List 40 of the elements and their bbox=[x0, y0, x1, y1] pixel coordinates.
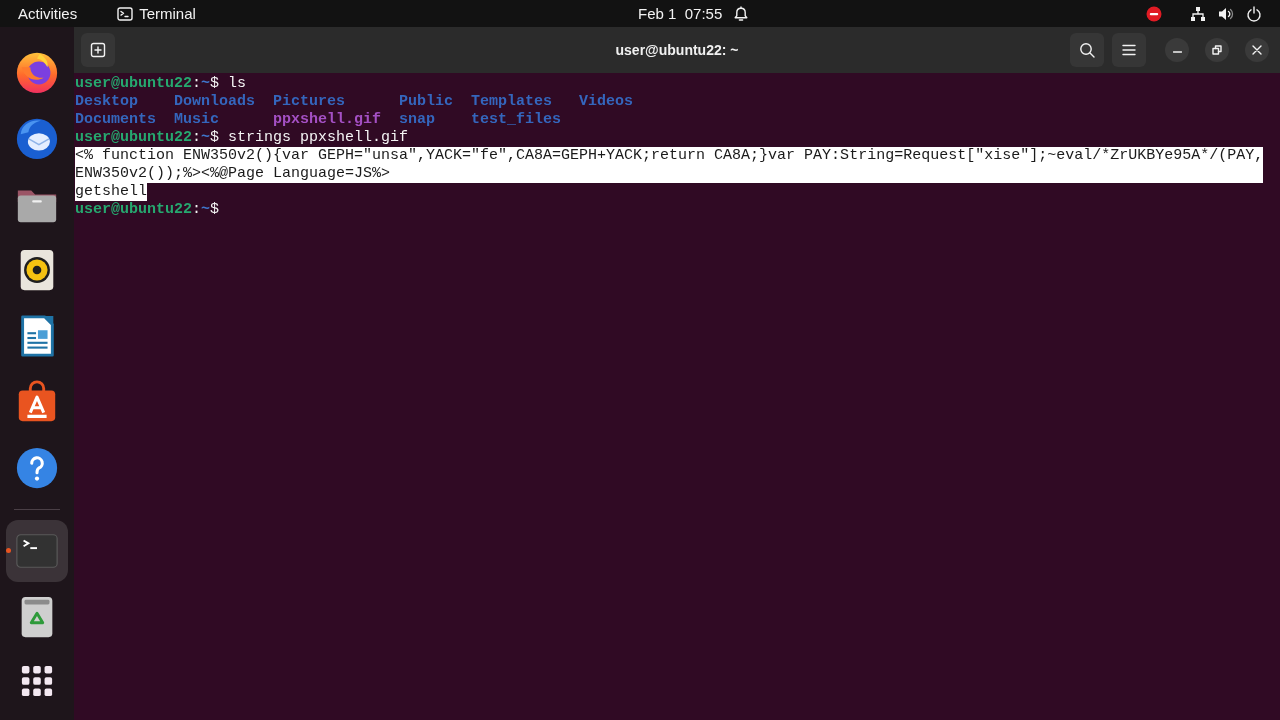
restore-icon bbox=[1212, 45, 1222, 55]
menu-button[interactable] bbox=[1112, 33, 1146, 67]
menu-icon bbox=[1122, 44, 1136, 56]
search-button[interactable] bbox=[1070, 33, 1104, 67]
new-tab-icon bbox=[90, 42, 106, 58]
app-grid-icon[interactable] bbox=[20, 664, 54, 698]
close-button[interactable] bbox=[1245, 38, 1269, 62]
bell-icon[interactable] bbox=[733, 5, 750, 22]
directory-name: Pictures bbox=[273, 93, 346, 110]
new-tab-button[interactable] bbox=[81, 33, 115, 67]
directory-name: test_files bbox=[471, 111, 562, 128]
network-icon[interactable] bbox=[1190, 5, 1206, 22]
terminal-icon bbox=[117, 6, 134, 21]
window-title: user@ubuntu22: ~ bbox=[615, 40, 739, 60]
prompt: user@ubuntu22:~$ bbox=[75, 129, 220, 147]
directory-name: Videos bbox=[579, 93, 634, 110]
directory-name: Public bbox=[399, 93, 454, 110]
prompt: user@ubuntu22:~$ bbox=[75, 75, 220, 93]
directory-name: Desktop bbox=[75, 93, 138, 110]
volume-icon[interactable] bbox=[1218, 5, 1234, 22]
directory-name: Documents bbox=[75, 111, 156, 128]
clock[interactable]: Feb 1 07:55 bbox=[638, 6, 723, 21]
command: strings ppxshell.gif bbox=[228, 129, 409, 147]
do-not-disturb-icon[interactable] bbox=[1146, 5, 1162, 22]
activities-button[interactable]: Activities bbox=[18, 6, 78, 21]
app-menu-button[interactable]: Terminal bbox=[117, 6, 196, 21]
directory-name: Downloads bbox=[174, 93, 256, 110]
minimize-icon bbox=[1172, 51, 1182, 53]
minimize-button[interactable] bbox=[1165, 38, 1189, 62]
restore-button[interactable] bbox=[1205, 38, 1229, 62]
image-file-name: ppxshell.gif bbox=[273, 111, 382, 128]
directory-name: Music bbox=[174, 111, 220, 128]
power-icon[interactable] bbox=[1246, 5, 1262, 22]
command: ls bbox=[228, 75, 247, 93]
directory-name: Templates bbox=[471, 93, 553, 110]
close-icon bbox=[1252, 45, 1262, 55]
prompt: user@ubuntu22:~$ bbox=[75, 201, 220, 219]
directory-name: snap bbox=[399, 111, 436, 128]
search-icon bbox=[1079, 42, 1095, 58]
help-icon[interactable] bbox=[14, 445, 60, 491]
